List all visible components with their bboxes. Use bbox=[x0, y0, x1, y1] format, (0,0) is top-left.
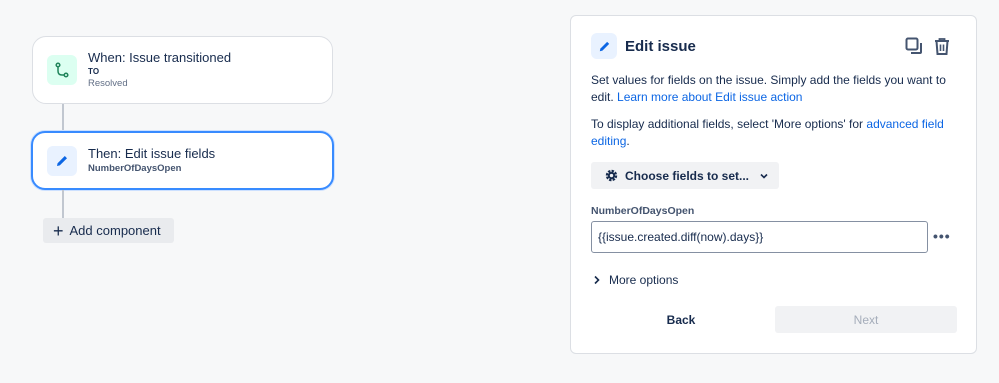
more-actions-icon[interactable]: ••• bbox=[933, 228, 951, 244]
chevron-right-icon bbox=[594, 275, 600, 285]
number-of-days-open-input[interactable] bbox=[591, 221, 928, 253]
trigger-to-label: TO bbox=[88, 67, 100, 76]
edit-issue-panel: Edit issue Set values for fields on the … bbox=[570, 15, 977, 354]
hint-text: To display additional fields, select 'Mo… bbox=[591, 117, 864, 131]
field-label: NumberOfDaysOpen bbox=[591, 205, 695, 217]
panel-hint: To display additional fields, select 'Mo… bbox=[591, 116, 961, 150]
duplicate-icon[interactable] bbox=[904, 36, 924, 56]
flow-connector bbox=[62, 104, 64, 131]
choose-fields-label: Choose fields to set... bbox=[625, 168, 750, 183]
trigger-to-value: Resolved bbox=[88, 78, 128, 89]
more-options-toggle[interactable]: More options bbox=[593, 273, 678, 287]
plus-icon: + bbox=[53, 220, 64, 241]
learn-more-link[interactable]: Learn more about Edit issue action bbox=[617, 90, 802, 104]
trigger-card[interactable]: When: Issue transitioned TO Resolved bbox=[32, 36, 333, 104]
trigger-title: When: Issue transitioned bbox=[88, 50, 232, 65]
flow-connector bbox=[62, 190, 64, 218]
trash-icon[interactable] bbox=[932, 36, 952, 56]
back-button[interactable]: Back bbox=[591, 306, 771, 333]
hint-end: . bbox=[626, 134, 630, 148]
action-field: NumberOfDaysOpen bbox=[88, 162, 182, 174]
more-options-label: More options bbox=[609, 273, 679, 287]
chevron-down-icon bbox=[760, 173, 768, 179]
panel-header: Edit issue bbox=[591, 33, 696, 59]
add-component-label: Add component bbox=[69, 223, 161, 238]
action-card[interactable]: Then: Edit issue fields NumberOfDaysOpen bbox=[31, 131, 334, 190]
pencil-icon bbox=[591, 33, 617, 59]
panel-title: Edit issue bbox=[625, 37, 696, 55]
action-title: Then: Edit issue fields bbox=[88, 145, 216, 161]
add-component-button[interactable]: + Add component bbox=[43, 218, 174, 243]
panel-description: Set values for fields on the issue. Simp… bbox=[591, 72, 961, 106]
pencil-icon bbox=[47, 145, 77, 176]
choose-fields-button[interactable]: Choose fields to set... bbox=[591, 162, 779, 189]
next-button[interactable]: Next bbox=[775, 306, 957, 333]
gear-icon bbox=[605, 169, 618, 182]
branch-icon bbox=[47, 55, 77, 85]
